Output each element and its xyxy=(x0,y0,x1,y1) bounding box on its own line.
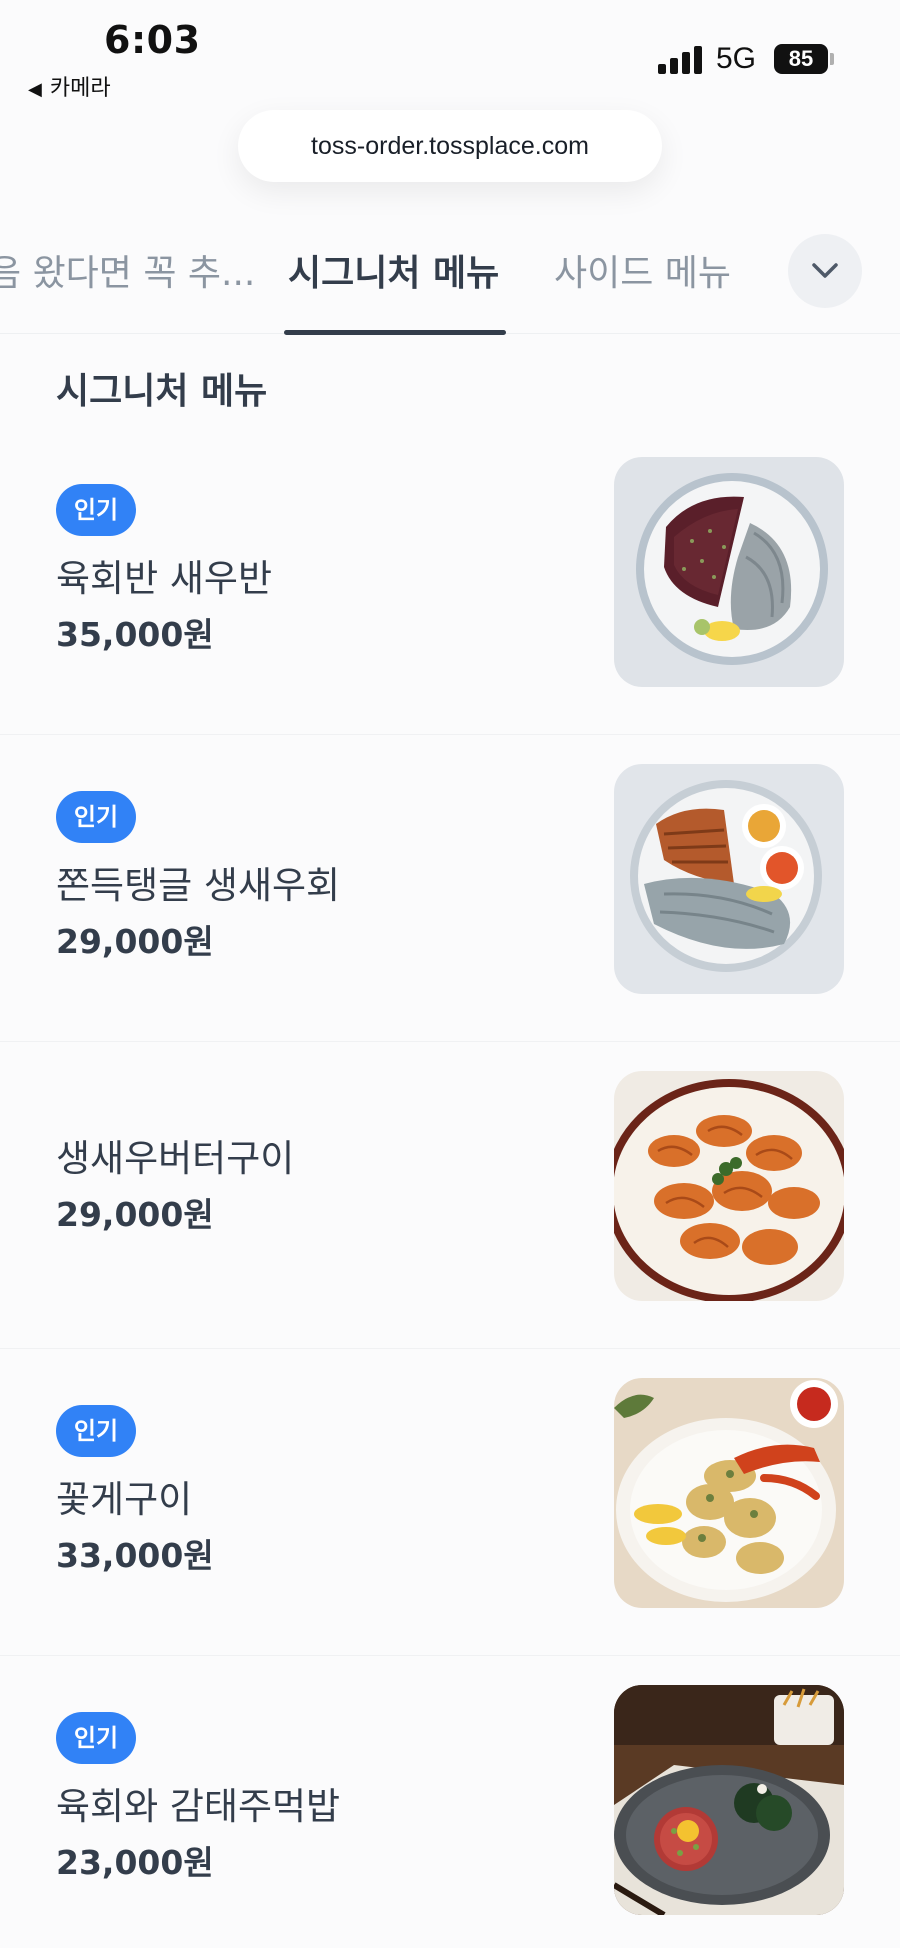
status-bar: 6:03 ◀ 카메라 5G 85 xyxy=(0,0,900,102)
menu-item-photo xyxy=(614,457,844,687)
menu-item[interactable]: 인기 육회반 새우반 35,000원 xyxy=(0,428,900,735)
chevron-down-icon xyxy=(812,263,838,278)
menu-item-price: 33,000원 xyxy=(56,1536,214,1575)
menu-item[interactable]: 인기 쫀득탱글 생새우회 29,000원 xyxy=(0,735,900,1042)
back-label: 카메라 xyxy=(49,76,111,101)
battery-level: 85 xyxy=(774,44,828,74)
expand-tabs-button[interactable] xyxy=(788,234,862,308)
active-tab-indicator xyxy=(284,330,506,335)
menu-item-name: 육회반 새우반 xyxy=(56,557,273,600)
menu-item-photo xyxy=(614,1378,844,1608)
url-bar[interactable]: toss-order.tossplace.com xyxy=(238,110,662,182)
menu-item-name: 생새우버터구이 xyxy=(56,1137,295,1180)
menu-item[interactable]: 인기 육회와 감태주먹밥 23,000원 xyxy=(0,1656,900,1948)
status-time: 6:03 xyxy=(104,18,201,62)
popular-badge: 인기 xyxy=(56,1405,136,1457)
menu-item-price: 29,000원 xyxy=(56,1195,214,1234)
section-title: 시그니처 메뉴 xyxy=(56,371,268,412)
menu-item-name: 꽃게구이 xyxy=(56,1478,193,1521)
menu-item[interactable]: 생새우버터구이 29,000원 xyxy=(0,1042,900,1349)
menu-item-photo xyxy=(614,1685,844,1915)
menu-item-name: 육회와 감태주먹밥 xyxy=(56,1785,341,1828)
popular-badge: 인기 xyxy=(56,1712,136,1764)
triangle-left-icon: ◀ xyxy=(28,79,42,100)
menu-item-name: 쫀득탱글 생새우회 xyxy=(56,864,341,907)
category-tabs: 음 왔다면 꼭 추... 시그니처 메뉴 사이드 메뉴 xyxy=(0,228,900,335)
menu-item[interactable]: 인기 꽃게구이 33,000원 xyxy=(0,1349,900,1656)
signal-strength-icon xyxy=(658,44,704,74)
tab-signature-menu[interactable]: 시그니처 메뉴 xyxy=(288,244,499,296)
tab-side-menu[interactable]: 사이드 메뉴 xyxy=(554,244,731,296)
battery-icon: 85 xyxy=(774,44,834,74)
menu-item-photo xyxy=(614,764,844,994)
popular-badge: 인기 xyxy=(56,791,136,843)
menu-item-price: 23,000원 xyxy=(56,1843,214,1882)
back-to-camera-link[interactable]: ◀ 카메라 xyxy=(28,70,111,102)
popular-badge: 인기 xyxy=(56,484,136,536)
tab-recommended[interactable]: 음 왔다면 꼭 추... xyxy=(0,244,255,296)
menu-list: 인기 육회반 새우반 35,000원 인기 쫀득탱글 생새우회 29,000원 … xyxy=(0,428,900,1948)
menu-item-photo xyxy=(614,1071,844,1301)
menu-item-price: 29,000원 xyxy=(56,922,214,961)
menu-item-price: 35,000원 xyxy=(56,615,214,654)
network-type: 5G xyxy=(716,42,757,75)
